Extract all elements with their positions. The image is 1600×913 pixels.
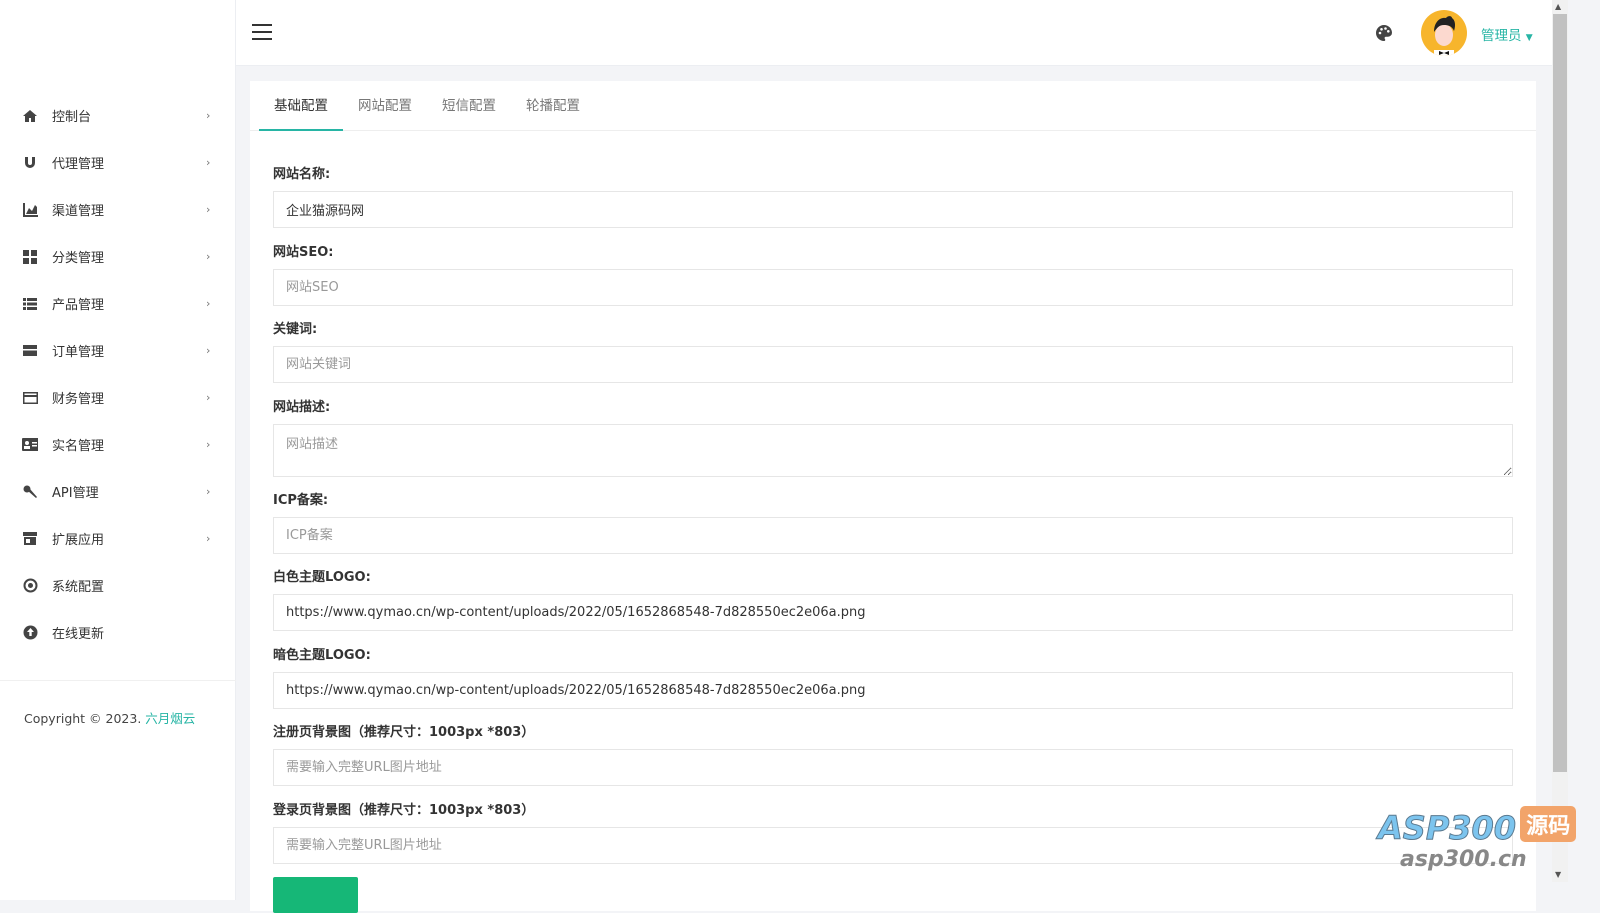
keywords-input[interactable] [273, 346, 1513, 383]
tab-carousel[interactable]: 轮播配置 [511, 81, 595, 130]
site-name-label: 网站名称: [273, 167, 331, 182]
caret-down-icon: ▼ [1525, 33, 1533, 43]
settings-card: 基础配置 网站配置 短信配置 轮播配置 网站名称: 网站SEO: 关键词: 网站… [250, 81, 1536, 913]
seo-input[interactable] [273, 268, 1513, 306]
chevron-right-icon: › [206, 344, 211, 357]
seo-label: 网站SEO: [273, 244, 334, 260]
scroll-down-icon[interactable]: ▼ [1555, 870, 1561, 879]
chevron-right-icon: › [206, 156, 211, 169]
tab-website[interactable]: 网站配置 [343, 81, 427, 130]
home-icon [22, 108, 38, 124]
store-icon [22, 531, 38, 547]
sidebar-item-agents[interactable]: 代理管理 › [0, 139, 236, 186]
save-button[interactable] [273, 877, 358, 913]
chevron-right-icon: › [206, 532, 211, 545]
sidebar-item-dashboard[interactable]: 控制台 › [0, 92, 236, 139]
sidebar-item-orders[interactable]: 订单管理 › [0, 327, 236, 374]
chart-area-icon [22, 202, 38, 218]
menu-toggle-icon[interactable] [252, 24, 272, 40]
magnet-icon [22, 155, 38, 171]
register-bg-label: 注册页背景图（推荐尺寸：1003px *803） [273, 725, 535, 740]
description-textarea[interactable] [273, 423, 1513, 477]
wrench-icon [22, 484, 38, 500]
sidebar-item-system-config[interactable]: 系统配置 [0, 562, 236, 609]
config-form: 网站名称: 网站SEO: 关键词: 网站描述: ICP备案: 白色主题LOGO:… [273, 167, 1513, 880]
sidebar-item-categories[interactable]: 分类管理 › [0, 233, 236, 280]
divider [0, 680, 236, 681]
login-bg-label: 登录页背景图（推荐尺寸：1003px *803） [273, 802, 535, 818]
avatar[interactable] [1421, 10, 1467, 56]
copyright: Copyright © 2023. 六月烟云 [24, 711, 196, 726]
chevron-right-icon: › [206, 250, 211, 263]
light-logo-label: 白色主题LOGO: [273, 570, 371, 585]
credit-card-icon [22, 390, 38, 406]
sidebar-item-products[interactable]: 产品管理 › [0, 280, 236, 327]
settings-icon [22, 578, 38, 594]
scrollbar-thumb[interactable] [1553, 14, 1567, 772]
sidebar-item-finance[interactable]: 财务管理 › [0, 374, 236, 421]
grid-icon [22, 249, 38, 265]
tab-sms[interactable]: 短信配置 [427, 81, 511, 130]
chevron-right-icon: › [206, 438, 211, 451]
login-bg-input[interactable] [273, 826, 1513, 864]
scroll-up-icon[interactable]: ▲ [1555, 2, 1561, 11]
sidebar-item-realname[interactable]: 实名管理 › [0, 421, 236, 468]
chevron-right-icon: › [206, 297, 211, 310]
icp-input[interactable] [273, 516, 1513, 554]
tab-basic[interactable]: 基础配置 [259, 81, 343, 131]
page-edge [1568, 0, 1600, 900]
sidebar-item-online-update[interactable]: 在线更新 [0, 609, 236, 656]
chevron-right-icon: › [206, 391, 211, 404]
icp-label: ICP备案: [273, 492, 329, 508]
keywords-label: 关键词: [273, 322, 318, 337]
chevron-right-icon: › [206, 203, 211, 216]
list-icon [22, 296, 38, 312]
chevron-right-icon: › [206, 485, 211, 498]
palette-icon[interactable] [1376, 25, 1392, 41]
copyright-link[interactable]: 六月烟云 [145, 711, 195, 726]
header: 管理员 ▼ [236, 0, 1552, 66]
order-icon [22, 343, 38, 359]
description-label: 网站描述: [273, 399, 331, 415]
dark-logo-input[interactable] [273, 671, 1513, 709]
site-name-input[interactable] [273, 191, 1513, 228]
sidebar-item-extensions[interactable]: 扩展应用 › [0, 515, 236, 562]
upload-icon [22, 625, 38, 641]
chevron-right-icon: › [206, 109, 211, 122]
dark-logo-label: 暗色主题LOGO: [273, 647, 371, 663]
sidebar: 控制台 › 代理管理 › 渠道管理 › 分类管理 › 产品管理 › 订单管理 › 财务管理 ›… [0, 0, 236, 900]
sidebar-item-channels[interactable]: 渠道管理 › [0, 186, 236, 233]
user-menu[interactable]: 管理员 ▼ [1481, 24, 1533, 44]
id-card-icon [22, 437, 38, 453]
sidebar-item-api[interactable]: API管理 › [0, 468, 236, 515]
register-bg-input[interactable] [273, 749, 1513, 786]
tab-bar: 基础配置 网站配置 短信配置 轮播配置 [250, 81, 1536, 131]
sidebar-menu: 控制台 › 代理管理 › 渠道管理 › 分类管理 › 产品管理 › 订单管理 › 财务管理 ›… [0, 92, 236, 656]
light-logo-input[interactable] [273, 594, 1513, 631]
